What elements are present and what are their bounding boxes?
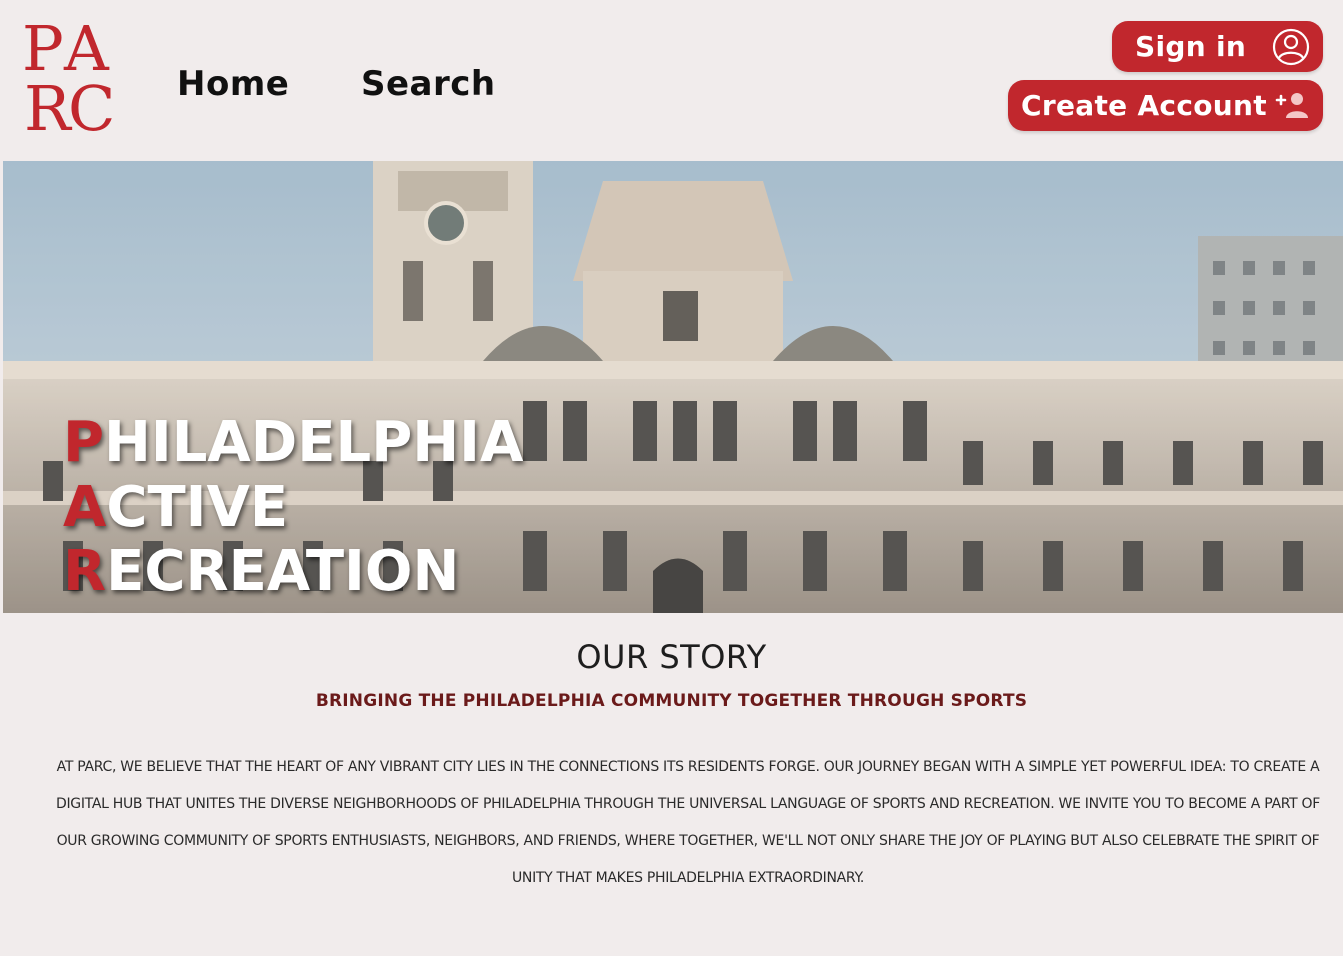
hero-title: PHILADELPHIA ACTIVE RECREATION CENTERS bbox=[63, 410, 524, 613]
story-heading: OUR STORY bbox=[576, 638, 767, 676]
nav-search-link[interactable]: Search bbox=[361, 64, 496, 104]
hero-line-centers: CENTERS bbox=[63, 604, 523, 613]
svg-text:R: R bbox=[24, 72, 73, 134]
add-user-icon bbox=[1275, 93, 1308, 118]
parc-logo[interactable]: P A R C bbox=[22, 14, 130, 134]
nav-home-link[interactable]: Home bbox=[177, 64, 289, 104]
story-body: AT PARC, WE BELIEVE THAT THE HEART OF AN… bbox=[55, 759, 1321, 886]
hero-line-active: ACTIVE bbox=[63, 474, 289, 540]
create-account-button[interactable]: Create Account bbox=[1008, 80, 1323, 131]
sign-in-label: Sign in bbox=[1135, 30, 1247, 63]
site-header: P A R C Home Search Sign in Create Accou… bbox=[0, 0, 1343, 161]
hero-line-philadelphia: PHILADELPHIA bbox=[63, 410, 524, 475]
hero-line-recreation: RECREATION bbox=[63, 539, 460, 604]
svg-text:C: C bbox=[68, 72, 115, 134]
hero-banner: PHILADELPHIA ACTIVE RECREATION CENTERS bbox=[3, 161, 1343, 613]
story-subheading: BRINGING THE PHILADELPHIA COMMUNITY TOGE… bbox=[315, 691, 1028, 711]
sign-in-button[interactable]: Sign in bbox=[1112, 21, 1323, 72]
user-circle-icon bbox=[1272, 28, 1310, 66]
create-account-label: Create Account bbox=[1021, 89, 1267, 122]
parc-logo-mark: P A R C bbox=[22, 14, 115, 134]
